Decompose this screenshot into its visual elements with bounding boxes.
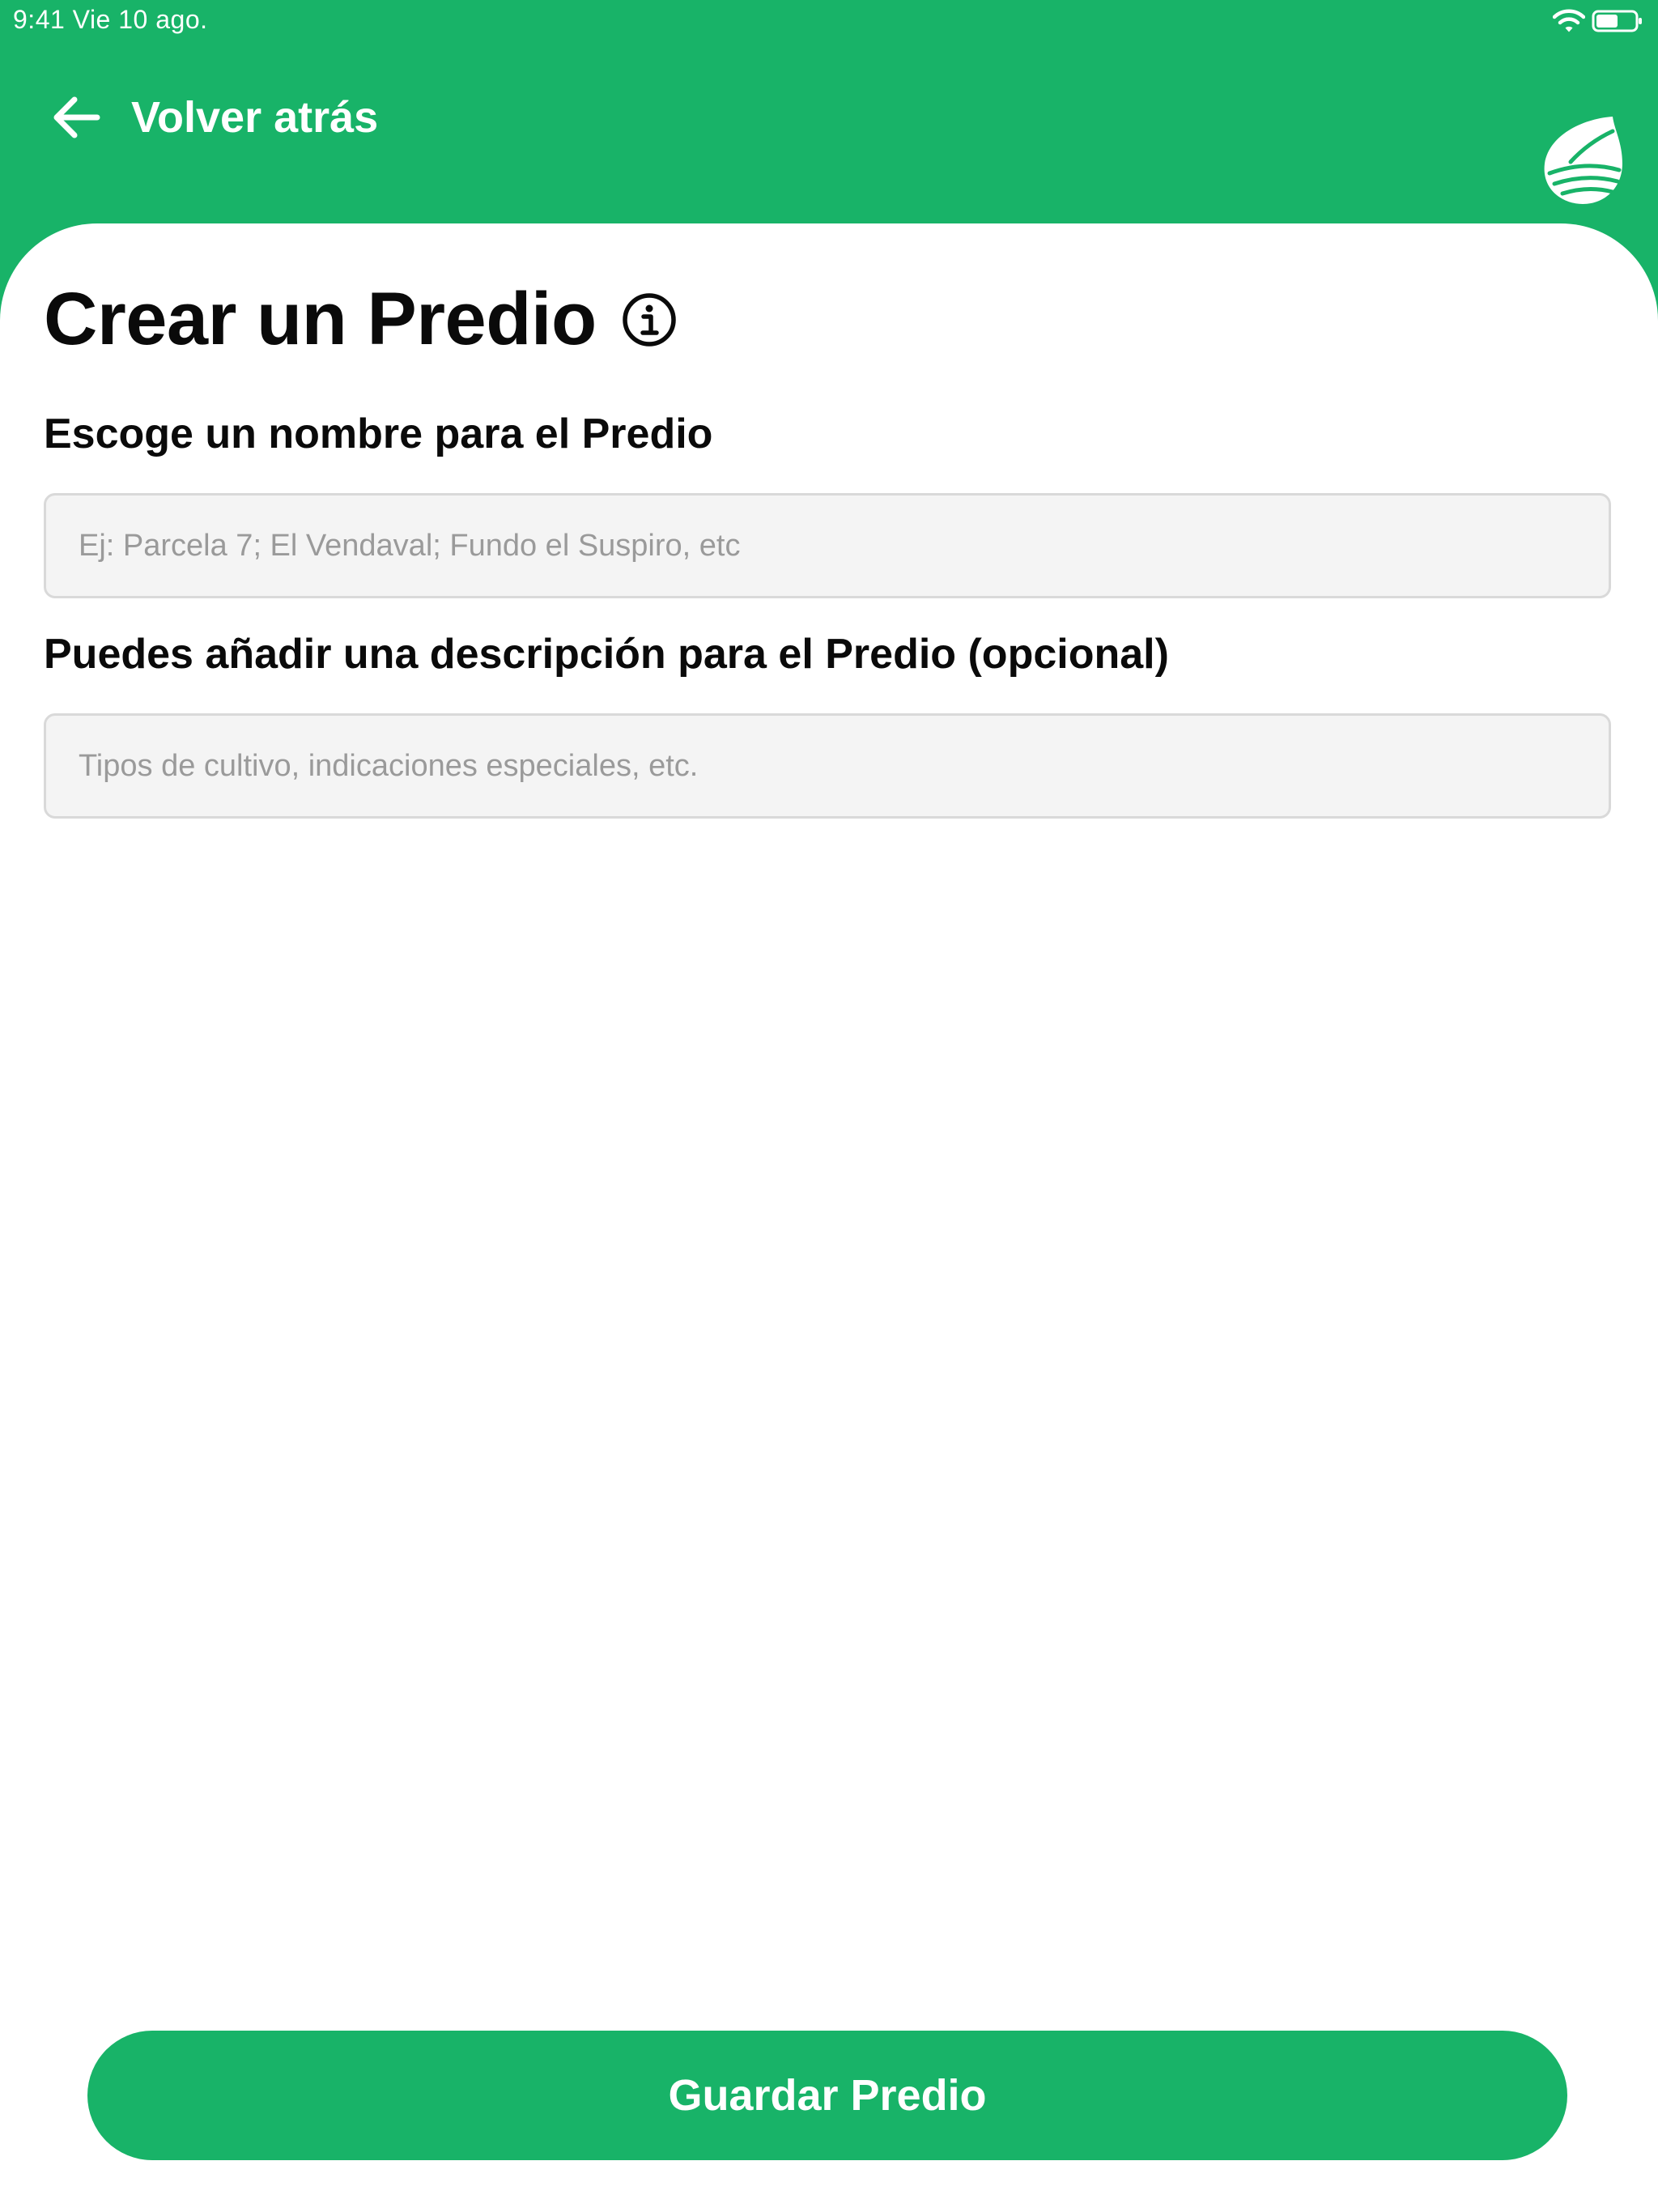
name-field-label: Escoge un nombre para el Predio [44,410,713,457]
battery-icon [1592,10,1642,32]
page-title: Crear un Predio [44,278,597,360]
back-label: Volver atrás [131,93,379,142]
description-field-label: Puedes añadir una descripción para el Pr… [44,631,1169,678]
info-icon[interactable] [621,291,678,348]
title-row: Crear un Predio [44,277,678,362]
description-field[interactable] [44,713,1611,819]
form-card: Crear un Predio Escoge un nombre para el… [0,223,1658,2212]
status-time: 9:41 Vie 10 ago. [13,5,208,34]
back-button[interactable]: Volver atrás [47,81,378,154]
wifi-icon [1553,9,1585,32]
status-bar: 9:41 Vie 10 ago. [0,0,1658,45]
name-field[interactable] [44,493,1611,598]
leaf-field-logo [1544,117,1622,204]
save-button[interactable]: Guardar Predio [87,2031,1567,2160]
arrow-left-icon [53,96,100,138]
